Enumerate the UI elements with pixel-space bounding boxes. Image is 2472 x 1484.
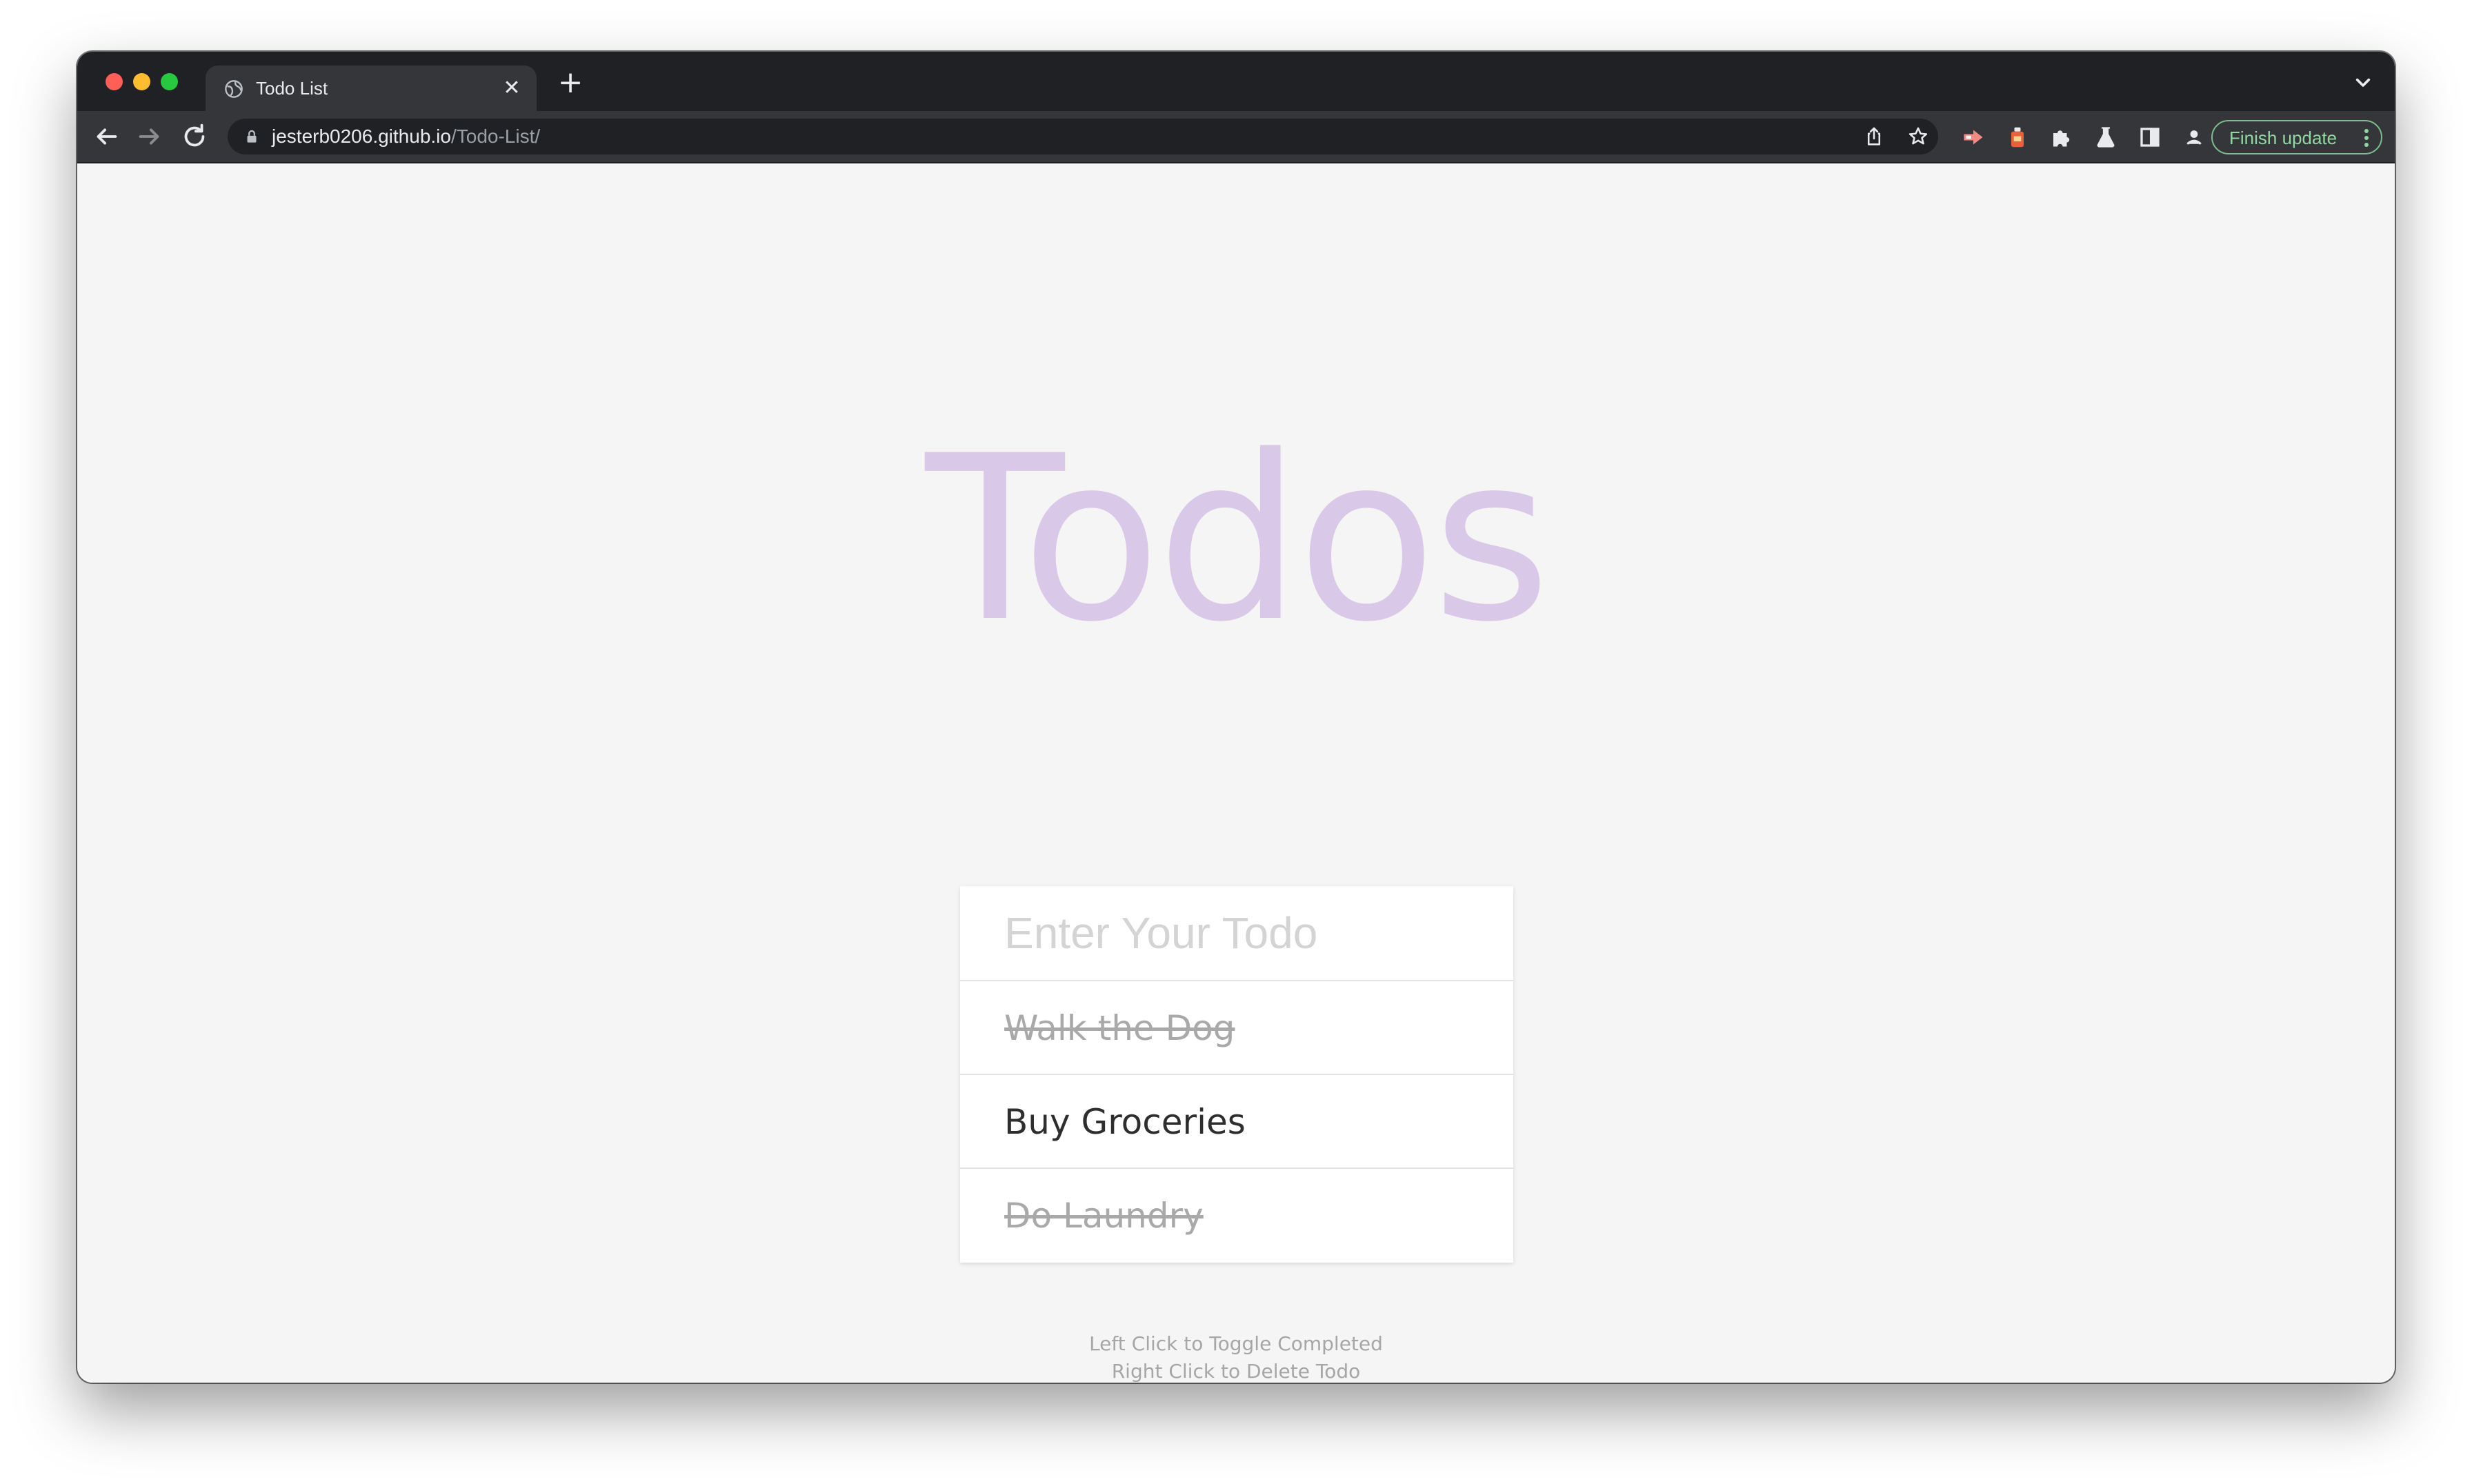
new-tab-button[interactable]: + bbox=[555, 67, 586, 99]
browser-toolbar: jesterb0206.github.io/Todo-List/ Finish … bbox=[77, 111, 2395, 163]
tab-strip: Todo List ✕ + bbox=[77, 52, 2395, 111]
back-button[interactable] bbox=[90, 121, 122, 152]
reload-icon bbox=[184, 123, 205, 147]
todo-card: Walk the Dog Buy Groceries Do Laundry bbox=[960, 886, 1513, 1263]
address-bar[interactable]: jesterb0206.github.io/Todo-List/ bbox=[228, 119, 1938, 154]
tab-title: Todo List bbox=[256, 78, 328, 99]
page-title: Todos bbox=[925, 407, 1551, 672]
close-window-button[interactable] bbox=[106, 73, 123, 90]
puzzle-piece-icon[interactable] bbox=[2049, 125, 2074, 150]
extension-arrow-icon[interactable] bbox=[1961, 125, 1986, 150]
more-vertical-icon bbox=[2364, 129, 2369, 147]
minimize-window-button[interactable] bbox=[133, 73, 150, 90]
arrow-right-icon bbox=[139, 128, 159, 145]
page-content: Todos Walk the Dog Buy Groceries Do Laun… bbox=[77, 163, 2395, 1383]
zoom-window-button[interactable] bbox=[161, 73, 178, 90]
browser-window: Todo List ✕ + jesterb0206.github.io/Todo… bbox=[77, 52, 2395, 1383]
globe-icon bbox=[225, 80, 243, 98]
star-icon[interactable] bbox=[1906, 125, 1930, 148]
extension-bottle-icon[interactable] bbox=[2005, 125, 2030, 150]
finish-update-button[interactable]: Finish update bbox=[2211, 120, 2382, 154]
flask-icon[interactable] bbox=[2093, 125, 2118, 150]
share-icon[interactable] bbox=[1862, 125, 1886, 148]
finish-update-label: Finish update bbox=[2229, 128, 2338, 148]
url-host: jesterb0206.github.io bbox=[272, 126, 451, 147]
instructions: Left Click to Toggle Completed Right Cli… bbox=[77, 1330, 2395, 1383]
todo-input[interactable] bbox=[960, 886, 1513, 981]
chevron-down-icon[interactable] bbox=[2349, 68, 2377, 96]
todo-item[interactable]: Do Laundry bbox=[960, 1169, 1513, 1263]
close-tab-icon[interactable]: ✕ bbox=[499, 76, 524, 101]
profile-icon[interactable] bbox=[2182, 125, 2206, 150]
todo-list: Walk the Dog Buy Groceries Do Laundry bbox=[960, 981, 1513, 1263]
instruction-toggle: Left Click to Toggle Completed bbox=[1089, 1332, 1383, 1355]
todo-item[interactable]: Walk the Dog bbox=[960, 981, 1513, 1075]
url-text[interactable]: jesterb0206.github.io/Todo-List/ bbox=[272, 124, 540, 149]
reload-button[interactable] bbox=[179, 121, 210, 152]
instruction-delete: Right Click to Delete Todo bbox=[1111, 1360, 1361, 1383]
lock-icon[interactable] bbox=[243, 128, 261, 146]
side-panel-icon[interactable] bbox=[2137, 125, 2162, 150]
forward-button[interactable] bbox=[134, 121, 166, 152]
todo-item[interactable]: Buy Groceries bbox=[960, 1075, 1513, 1169]
tab-todo-list[interactable]: Todo List ✕ bbox=[206, 66, 537, 111]
url-path: /Todo-List/ bbox=[450, 126, 541, 147]
arrow-left-icon bbox=[97, 128, 117, 145]
